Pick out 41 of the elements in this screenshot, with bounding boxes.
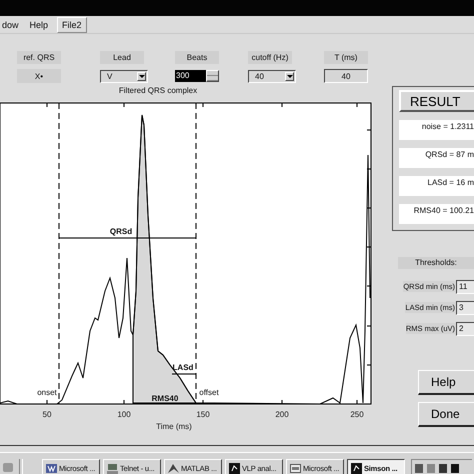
input-field[interactable]: 40 xyxy=(324,69,368,83)
window-icon xyxy=(290,463,301,474)
annotation-label: QRSd xyxy=(110,227,132,236)
computer-icon xyxy=(107,463,118,474)
tick-label: 150 xyxy=(196,410,210,419)
tick-label: 200 xyxy=(275,410,289,419)
input-field[interactable]: 3 xyxy=(456,300,474,314)
action-button[interactable]: Done xyxy=(418,402,474,427)
result-button[interactable]: RESULT xyxy=(399,90,474,112)
annotation-label: offset xyxy=(199,388,219,397)
input-field[interactable]: 2 xyxy=(456,322,474,336)
peak-icon xyxy=(168,463,179,474)
tick-label: 100 xyxy=(117,410,131,419)
system-tray-icons[interactable] xyxy=(411,459,472,474)
control-label: Beats xyxy=(175,51,219,64)
menu-item[interactable]: Help xyxy=(28,18,50,30)
action-button[interactable]: Help xyxy=(418,370,474,395)
control-label: cutoff (Hz) xyxy=(248,51,292,64)
plot-title: Filtered QRS complex xyxy=(118,85,198,97)
result-value: QRSd = 87 m xyxy=(399,148,474,168)
dropdown[interactable]: V xyxy=(100,70,148,83)
tick-label: 250 xyxy=(350,410,364,419)
annotation-label: onset xyxy=(37,388,57,397)
thresholds-label: Thresholds: xyxy=(398,257,474,269)
control-label: ref. QRS xyxy=(17,51,61,64)
annotation-label: RMS40 xyxy=(152,394,178,403)
value-display: X• xyxy=(17,69,61,83)
result-value: noise = 1.2311 xyxy=(399,120,474,140)
figure-icon xyxy=(351,463,362,474)
spinner-arrows-icon[interactable] xyxy=(206,70,219,82)
menu-item[interactable]: dow xyxy=(0,18,21,30)
control-label: T (ms) xyxy=(324,51,368,64)
dropdown[interactable]: 40 xyxy=(248,70,296,83)
tick-label: 50 xyxy=(42,410,52,419)
annotation-label: LASd xyxy=(172,363,194,372)
result-value: LASd = 16 m xyxy=(399,176,474,196)
input-field[interactable]: 11 xyxy=(456,280,474,294)
result-value: RMS40 = 100.21 xyxy=(399,204,474,224)
control-label: Lead xyxy=(100,51,144,64)
menu-item[interactable]: File2 xyxy=(57,16,87,32)
axis-label: Time (ms) xyxy=(156,422,192,431)
